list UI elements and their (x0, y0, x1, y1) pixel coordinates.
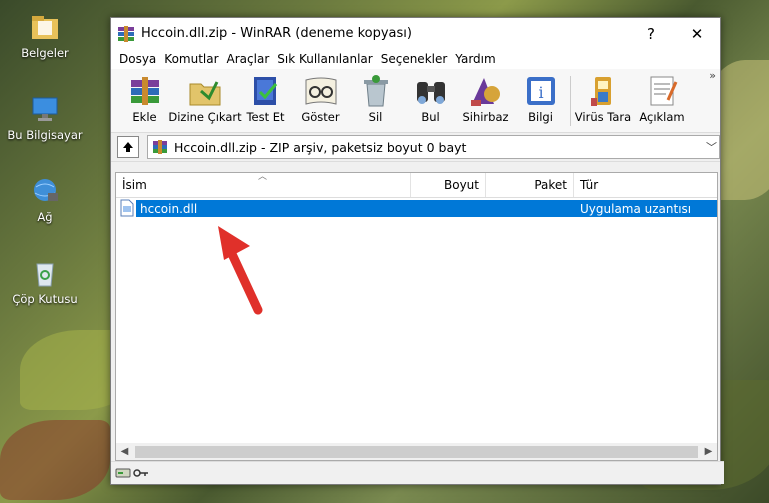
wizard-button[interactable]: Sihirbaz (458, 72, 513, 124)
wizard-icon (466, 72, 506, 110)
desktop-icon-label: Bu Bilgisayar (7, 128, 83, 142)
desktop-icon-recycle-bin[interactable]: Çöp Kutusu (4, 258, 86, 306)
file-type: Uygulama uzantısı (580, 201, 692, 216)
extract-icon (185, 72, 225, 110)
up-folder-button[interactable] (117, 136, 139, 158)
file-list[interactable]: ︿ İsim Boyut Paket Tür hccoin.dll Uygula… (115, 172, 718, 461)
tool-label: Açıklam (639, 110, 685, 124)
chevron-down-icon[interactable]: ﹀ (706, 139, 717, 155)
desktop-icon-this-pc[interactable]: Bu Bilgisayar (4, 94, 86, 142)
column-packed[interactable]: Paket (486, 173, 574, 197)
toolbar-overflow-button[interactable]: » (709, 69, 716, 82)
comment-button[interactable]: Açıklam (633, 72, 691, 124)
tool-label: Virüs Tara (574, 110, 632, 124)
desktop-icon-label: Çöp Kutusu (12, 292, 78, 306)
scroll-left-icon[interactable]: ◀ (116, 446, 133, 457)
add-button[interactable]: Ekle (117, 72, 172, 124)
table-row[interactable]: hccoin.dll Uygulama uzantısı (136, 200, 717, 217)
tool-label: Sihirbaz (462, 110, 509, 124)
desktop-icon-label: Belgeler (21, 46, 69, 60)
view-icon (301, 72, 341, 110)
menu-tools[interactable]: Araçlar (223, 52, 274, 66)
menu-bar: Dosya Komutlar Araçlar Sık Kullanılanlar… (111, 49, 720, 69)
folder-icon (29, 12, 61, 42)
tool-label: Göster (301, 110, 340, 124)
dll-file-icon (120, 199, 134, 217)
info-icon: i (521, 72, 561, 110)
toolbar: Ekle Dizine Çıkart Test Et Göster Sil Bu… (111, 69, 720, 133)
menu-favorites[interactable]: Sık Kullanılanlar (273, 52, 376, 66)
info-button[interactable]: i Bilgi (513, 72, 568, 124)
tool-label: Ekle (132, 110, 157, 124)
help-button[interactable]: ? (628, 18, 674, 49)
desktop-icon-documents[interactable]: Belgeler (4, 12, 86, 60)
column-size[interactable]: Boyut (411, 173, 486, 197)
scroll-right-icon[interactable]: ▶ (700, 446, 717, 457)
test-icon (246, 72, 286, 110)
recycle-bin-icon (29, 258, 61, 288)
menu-options[interactable]: Seçenekler (377, 52, 452, 66)
archive-path: Hccoin.dll.zip - ZIP arşiv, paketsiz boy… (174, 139, 467, 155)
tool-label: Test Et (246, 110, 285, 124)
delete-button[interactable]: Sil (348, 72, 403, 124)
test-button[interactable]: Test Et (238, 72, 293, 124)
virus-scan-button[interactable]: Virüs Tara (573, 72, 633, 124)
svg-text:i: i (538, 83, 543, 102)
comment-icon (642, 72, 682, 110)
tool-label: Dizine Çıkart (168, 110, 242, 124)
find-icon (411, 72, 451, 110)
tool-label: Bul (421, 110, 440, 124)
winrar-window: Hccoin.dll.zip - WinRAR (deneme kopyası)… (110, 17, 724, 485)
menu-file[interactable]: Dosya (115, 52, 160, 66)
address-bar: Hccoin.dll.zip - ZIP arşiv, paketsiz boy… (111, 133, 720, 162)
scrollbar-thumb[interactable] (135, 445, 698, 458)
title-bar[interactable]: Hccoin.dll.zip - WinRAR (deneme kopyası)… (111, 18, 720, 49)
horizontal-scrollbar[interactable]: ◀ ▶ (116, 443, 717, 460)
extract-button[interactable]: Dizine Çıkart (168, 72, 242, 124)
column-type[interactable]: Tür (574, 173, 717, 197)
computer-icon (29, 94, 61, 124)
annotation-arrow-icon (218, 226, 263, 315)
tool-label: Bilgi (528, 110, 553, 124)
column-header: ︿ İsim Boyut Paket Tür (116, 172, 717, 198)
drive-icon (115, 468, 131, 478)
desktop-icon-network[interactable]: Ağ (4, 176, 86, 224)
virus-scan-icon (583, 72, 623, 110)
view-button[interactable]: Göster (293, 72, 348, 124)
winrar-archive-icon (153, 140, 167, 154)
window-title: Hccoin.dll.zip - WinRAR (deneme kopyası) (141, 26, 412, 41)
winrar-icon (118, 25, 134, 42)
path-dropdown[interactable]: Hccoin.dll.zip - ZIP arşiv, paketsiz boy… (147, 135, 720, 159)
add-archive-icon (125, 72, 165, 110)
up-arrow-icon (123, 142, 133, 152)
key-icon (133, 469, 148, 477)
desktop-icon-label: Ağ (37, 210, 53, 224)
tool-label: Sil (368, 110, 383, 124)
close-button[interactable]: ✕ (674, 18, 720, 49)
file-name: hccoin.dll (140, 201, 198, 216)
status-bar (111, 461, 724, 484)
menu-help[interactable]: Yardım (451, 52, 499, 66)
find-button[interactable]: Bul (403, 72, 458, 124)
toolbar-separator (570, 76, 571, 126)
sort-arrow-icon: ︿ (258, 172, 268, 182)
network-icon (29, 176, 61, 206)
menu-commands[interactable]: Komutlar (160, 52, 222, 66)
delete-icon (356, 72, 396, 110)
background-leaf (0, 420, 110, 500)
